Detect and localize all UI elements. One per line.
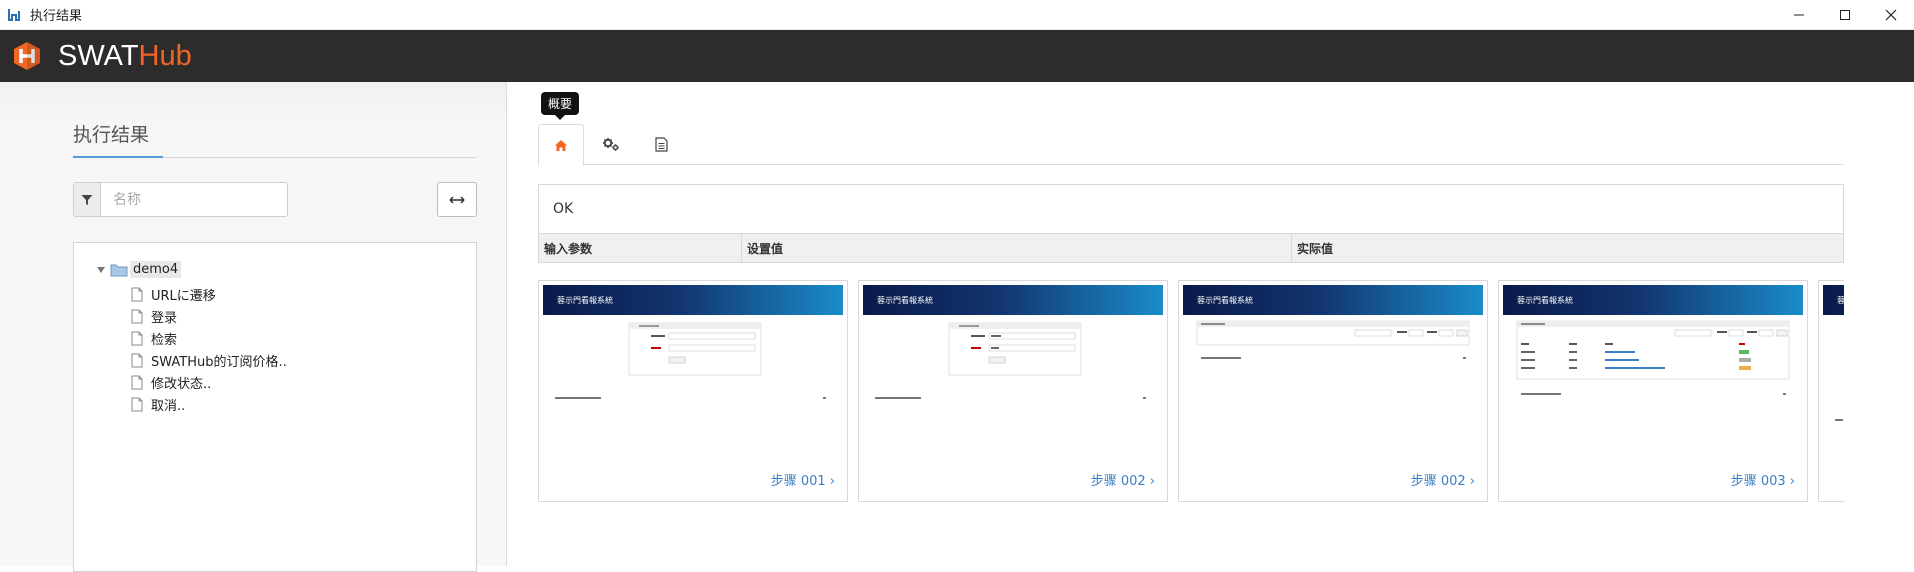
- horizontal-arrows-icon: [449, 195, 465, 204]
- tab-summary[interactable]: [538, 124, 584, 166]
- result-panel: OK 输入参数 设置值 实际值: [538, 184, 1844, 263]
- expand-collapse-button[interactable]: [437, 182, 477, 217]
- step-screenshot-image: 蓉示門看報系統: [543, 285, 843, 455]
- swathub-logo-icon: [14, 42, 40, 70]
- step-screenshot-image: 蓉示門看報系統: [1183, 285, 1483, 455]
- window-titlebar: 执行结果: [0, 0, 1914, 30]
- file-icon: [131, 309, 143, 324]
- step-screenshot-card[interactable]: 蓉: [1818, 280, 1844, 502]
- name-filter-input[interactable]: [101, 183, 287, 216]
- step-link[interactable]: 步骤 002 ›: [1411, 470, 1475, 489]
- tab-settings[interactable]: [588, 124, 634, 165]
- close-button[interactable]: [1868, 0, 1914, 30]
- tree-item[interactable]: URLに遷移: [131, 285, 216, 304]
- step-link[interactable]: 步骤 003 ›: [1731, 470, 1795, 489]
- tree-item[interactable]: SWATHub的订阅价格..: [131, 351, 287, 370]
- tree-item[interactable]: 登录: [131, 307, 177, 326]
- minimize-button[interactable]: [1776, 0, 1822, 30]
- tree-item-label: 取消..: [151, 399, 186, 414]
- params-table-header: 输入参数 设置值 实际值: [539, 233, 1843, 263]
- step-screenshot-image: 蓉示門看報系統: [1503, 285, 1803, 455]
- tab-log[interactable]: [638, 124, 684, 165]
- step-link[interactable]: 步骤 002 ›: [1091, 470, 1155, 489]
- gears-icon: [603, 138, 619, 151]
- status-text: OK: [553, 201, 574, 217]
- tree-item-label: 修改状态..: [151, 377, 212, 392]
- document-icon: [654, 137, 668, 152]
- tree-item[interactable]: 修改状态..: [131, 373, 211, 392]
- right-pane: 概要 OK 输入参数 设置值 实际值 蓉示門看報系統 步骤 001 › 蓉示門看…: [508, 82, 1914, 566]
- maximize-button[interactable]: [1822, 0, 1868, 30]
- file-icon: [131, 375, 143, 390]
- left-pane-title: 执行结果: [73, 124, 150, 146]
- tree-root-label: demo4: [130, 261, 182, 278]
- title-underline: [73, 156, 477, 158]
- tree-item-label: 检索: [151, 333, 178, 348]
- window-title: 执行结果: [30, 9, 83, 24]
- step-screenshot-image: 蓉: [1823, 285, 1844, 455]
- step-screenshots: 蓉示門看報系統 步骤 001 › 蓉示門看報系統 步骤 002 › 蓉示門看報系…: [538, 280, 1844, 502]
- tab-tooltip: 概要: [541, 92, 580, 120]
- brand-name: SWATHub: [58, 39, 192, 72]
- tree-item[interactable]: 取消..: [131, 395, 185, 414]
- column-header: 输入参数: [539, 234, 742, 263]
- brand-header: SWATHub: [0, 30, 1914, 82]
- detail-tabs: [538, 124, 1844, 166]
- column-header: 设置值: [742, 234, 1292, 263]
- tree-item-label: SWATHub的订阅价格..: [151, 355, 287, 370]
- step-link[interactable]: 步骤 001 ›: [771, 470, 835, 489]
- column-header: 实际值: [1297, 242, 1334, 256]
- result-tree: demo4 URLに遷移 登录 检索 SWATHub的订阅价格.. 修改状态..…: [73, 242, 477, 572]
- name-filter: [73, 182, 288, 217]
- app-icon: [6, 7, 22, 23]
- file-icon: [131, 397, 143, 412]
- step-screenshot-card[interactable]: 蓉示門看報系統 步骤 002 ›: [1178, 280, 1488, 502]
- step-screenshot-card[interactable]: 蓉示門看報系統 步骤 001 ›: [538, 280, 848, 502]
- file-icon: [131, 353, 143, 368]
- file-icon: [131, 287, 143, 302]
- folder-icon: [110, 264, 128, 276]
- file-icon: [131, 331, 143, 346]
- step-screenshot-card[interactable]: 蓉示門看報系統 步骤 003 ›: [1498, 280, 1808, 502]
- caret-down-icon[interactable]: [96, 265, 106, 275]
- step-screenshot-card[interactable]: 蓉示門看報系統 步骤 002 ›: [858, 280, 1168, 502]
- filter-icon: [74, 183, 101, 216]
- left-pane: 执行结果 demo4 URLに遷移 登录 检索 SWATHub的订阅: [0, 82, 507, 572]
- tree-root-node[interactable]: demo4: [96, 261, 182, 278]
- tree-item[interactable]: 检索: [131, 329, 177, 348]
- home-icon: [555, 139, 567, 151]
- tree-item-label: 登录: [151, 311, 178, 326]
- tree-item-label: URLに遷移: [151, 289, 216, 304]
- step-screenshot-image: 蓉示門看報系統: [863, 285, 1163, 455]
